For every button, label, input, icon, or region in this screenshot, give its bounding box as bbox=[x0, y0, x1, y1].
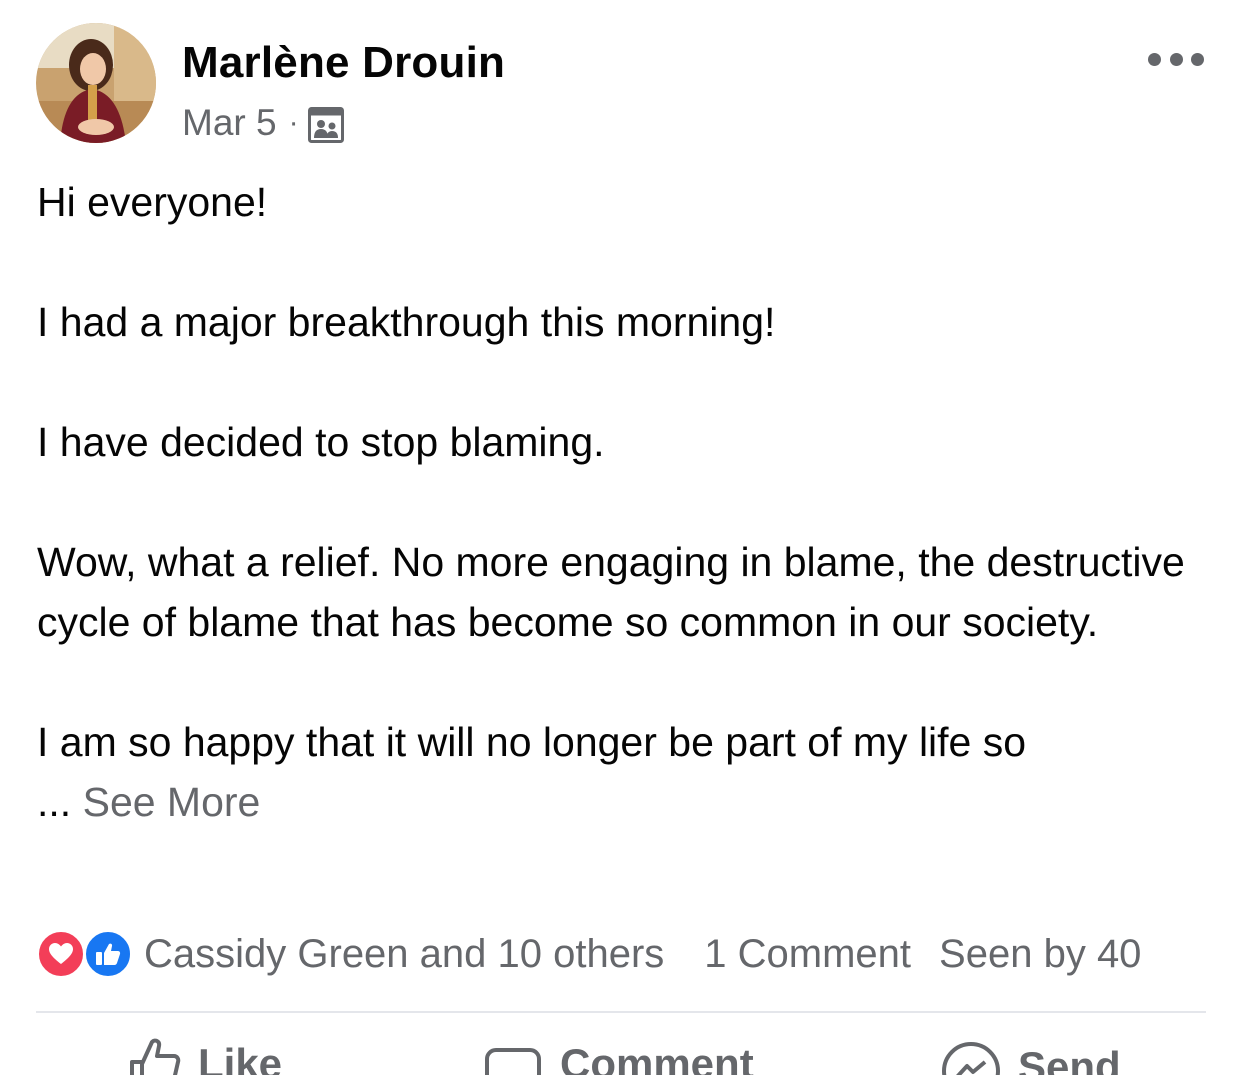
post-line: Hi everyone! bbox=[37, 179, 268, 225]
action-bar: Like Comment Send bbox=[0, 1036, 1234, 1075]
divider bbox=[36, 1011, 1206, 1013]
comment-label: Comment bbox=[560, 1040, 754, 1075]
love-reaction-icon bbox=[36, 929, 86, 979]
comment-bubble-icon bbox=[485, 1048, 541, 1075]
like-button[interactable]: Like bbox=[126, 1036, 282, 1075]
post-line: I am so happy that it will no longer be … bbox=[37, 719, 1027, 765]
thumbs-up-icon bbox=[130, 1038, 181, 1075]
author-avatar[interactable] bbox=[36, 23, 156, 143]
seen-count[interactable]: Seen by 40 bbox=[939, 932, 1141, 977]
reaction-icons[interactable] bbox=[36, 929, 134, 979]
like-reaction-icon bbox=[83, 929, 133, 979]
comment-button[interactable]: Comment bbox=[484, 1036, 754, 1075]
like-label: Like bbox=[198, 1040, 283, 1075]
group-members-icon bbox=[307, 107, 344, 143]
messenger-icon bbox=[942, 1042, 1000, 1075]
more-dot-icon bbox=[1169, 52, 1183, 66]
post-line: I have decided to stop blaming. bbox=[37, 419, 605, 465]
post-line: Wow, what a relief. No more engaging in … bbox=[37, 539, 1185, 645]
send-label: Send bbox=[1018, 1043, 1121, 1075]
comment-count[interactable]: 1 Comment bbox=[704, 932, 911, 977]
reactors-text[interactable]: Cassidy Green and 10 others bbox=[144, 932, 664, 977]
ellipsis: ... bbox=[37, 779, 72, 825]
post-meta: Mar 5 · bbox=[182, 102, 344, 144]
group-post: Marlène Drouin Mar 5 · Hi everyone! I ha… bbox=[0, 0, 1234, 1075]
send-button[interactable]: Send bbox=[940, 1036, 1121, 1075]
reactions-bar: Cassidy Green and 10 others 1 Comment Se… bbox=[36, 928, 1206, 980]
more-options-button[interactable] bbox=[1148, 44, 1204, 74]
post-line: I had a major breakthrough this morning! bbox=[37, 299, 776, 345]
see-more-link[interactable]: See More bbox=[83, 779, 261, 825]
see-more-row: ... See More bbox=[37, 772, 1207, 832]
meta-separator: · bbox=[288, 106, 299, 139]
post-body: Hi everyone! I had a major breakthrough … bbox=[37, 172, 1207, 832]
more-dot-icon bbox=[1191, 52, 1204, 66]
author-name[interactable]: Marlène Drouin bbox=[182, 38, 505, 88]
more-dot-icon bbox=[1148, 52, 1161, 66]
post-date[interactable]: Mar 5 bbox=[182, 102, 277, 144]
